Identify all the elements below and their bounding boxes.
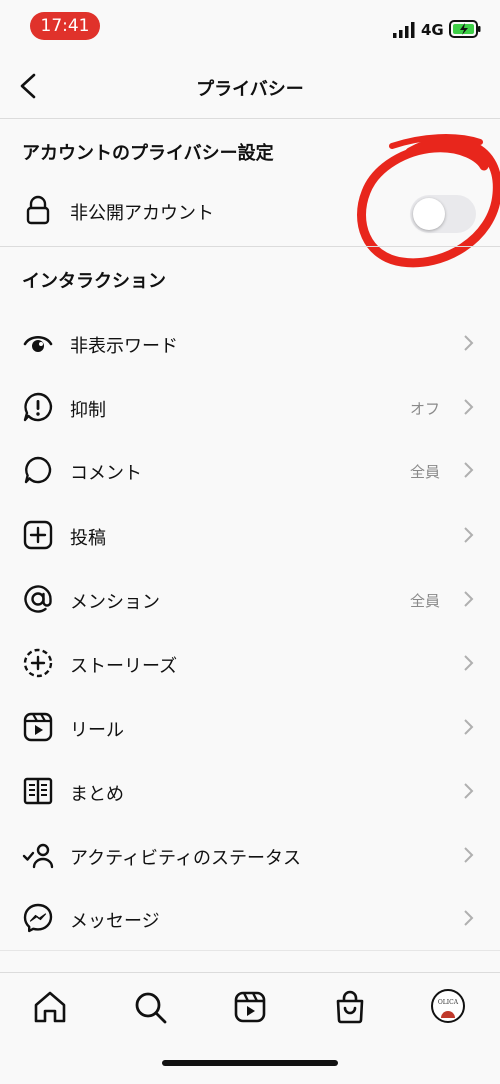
restrict-row[interactable]: 抑制 オフ	[0, 377, 500, 437]
guides-label: まとめ	[70, 784, 124, 805]
home-icon[interactable]	[30, 987, 70, 1027]
messages-row[interactable]: メッセージ	[0, 888, 500, 948]
posts-label: 投稿	[70, 528, 106, 549]
search-icon[interactable]	[130, 987, 170, 1027]
comments-value: 全員	[409, 463, 440, 481]
stories-row[interactable]: ストーリーズ	[0, 633, 500, 693]
mentions-label: メンション	[70, 592, 160, 613]
private-account-label: 非公開アカウント	[70, 203, 214, 224]
section-divider	[0, 246, 500, 247]
status-bar: 17:41 4G	[0, 0, 500, 50]
chevron-right-icon	[464, 591, 474, 607]
lock-icon	[26, 195, 50, 225]
chevron-right-icon	[464, 910, 474, 926]
messenger-icon	[23, 903, 53, 933]
signal-strength-icon	[393, 22, 415, 38]
reels-tab-icon[interactable]	[230, 987, 270, 1027]
reels-row[interactable]: リール	[0, 697, 500, 757]
restrict-value: オフ	[409, 400, 440, 418]
comments-row[interactable]: コメント 全員	[0, 440, 500, 500]
toggle-knob	[413, 198, 445, 230]
activity-status-row[interactable]: アクティビティのステータス	[0, 825, 500, 885]
status-time: 17:41	[30, 12, 100, 40]
chevron-right-icon	[464, 462, 474, 478]
avatar-logo-mark	[441, 1011, 455, 1018]
hidden-words-row[interactable]: 非表示ワード	[0, 313, 500, 373]
mentions-value: 全員	[409, 592, 440, 610]
chevron-right-icon	[464, 655, 474, 671]
shop-icon[interactable]	[330, 987, 370, 1027]
chevron-right-icon	[464, 783, 474, 799]
eye-slash-icon	[23, 335, 53, 352]
restrict-label: 抑制	[70, 400, 106, 421]
guide-book-icon	[23, 777, 53, 805]
user-check-icon	[22, 843, 54, 869]
chevron-right-icon	[464, 335, 474, 351]
mentions-row[interactable]: メンション 全員	[0, 569, 500, 629]
avatar-logo-text: OLICA	[437, 999, 459, 1006]
interactions-heading: インタラクション	[22, 271, 166, 292]
story-add-icon	[23, 648, 53, 678]
bottom-tab-bar: OLICA	[0, 972, 500, 1084]
account-privacy-heading: アカウントのプライバシー設定	[22, 143, 274, 164]
at-sign-icon	[24, 585, 52, 613]
hidden-words-label: 非表示ワード	[70, 336, 178, 357]
activity-status-label: アクティビティのステータス	[70, 848, 301, 869]
network-type: 4G	[421, 21, 444, 39]
chevron-right-icon	[464, 399, 474, 415]
home-indicator	[162, 1060, 338, 1066]
chevron-right-icon	[464, 847, 474, 863]
battery-icon	[449, 20, 481, 38]
reels-icon	[23, 712, 53, 742]
chevron-right-icon	[464, 719, 474, 735]
messages-label: メッセージ	[70, 911, 160, 932]
comment-icon	[24, 456, 52, 484]
comments-label: コメント	[70, 463, 142, 484]
list-end-divider	[0, 950, 500, 951]
nav-header: プライバシー	[0, 55, 500, 117]
reels-label: リール	[70, 720, 124, 741]
header-divider	[0, 118, 500, 119]
posts-row[interactable]: 投稿	[0, 505, 500, 565]
plus-square-icon	[23, 520, 53, 550]
page-title: プライバシー	[196, 79, 304, 100]
profile-avatar[interactable]: OLICA	[431, 989, 465, 1023]
chevron-right-icon	[464, 527, 474, 543]
stories-label: ストーリーズ	[70, 656, 178, 677]
alert-bubble-icon	[23, 392, 53, 422]
private-account-toggle[interactable]	[410, 195, 476, 233]
guides-row[interactable]: まとめ	[0, 761, 500, 821]
